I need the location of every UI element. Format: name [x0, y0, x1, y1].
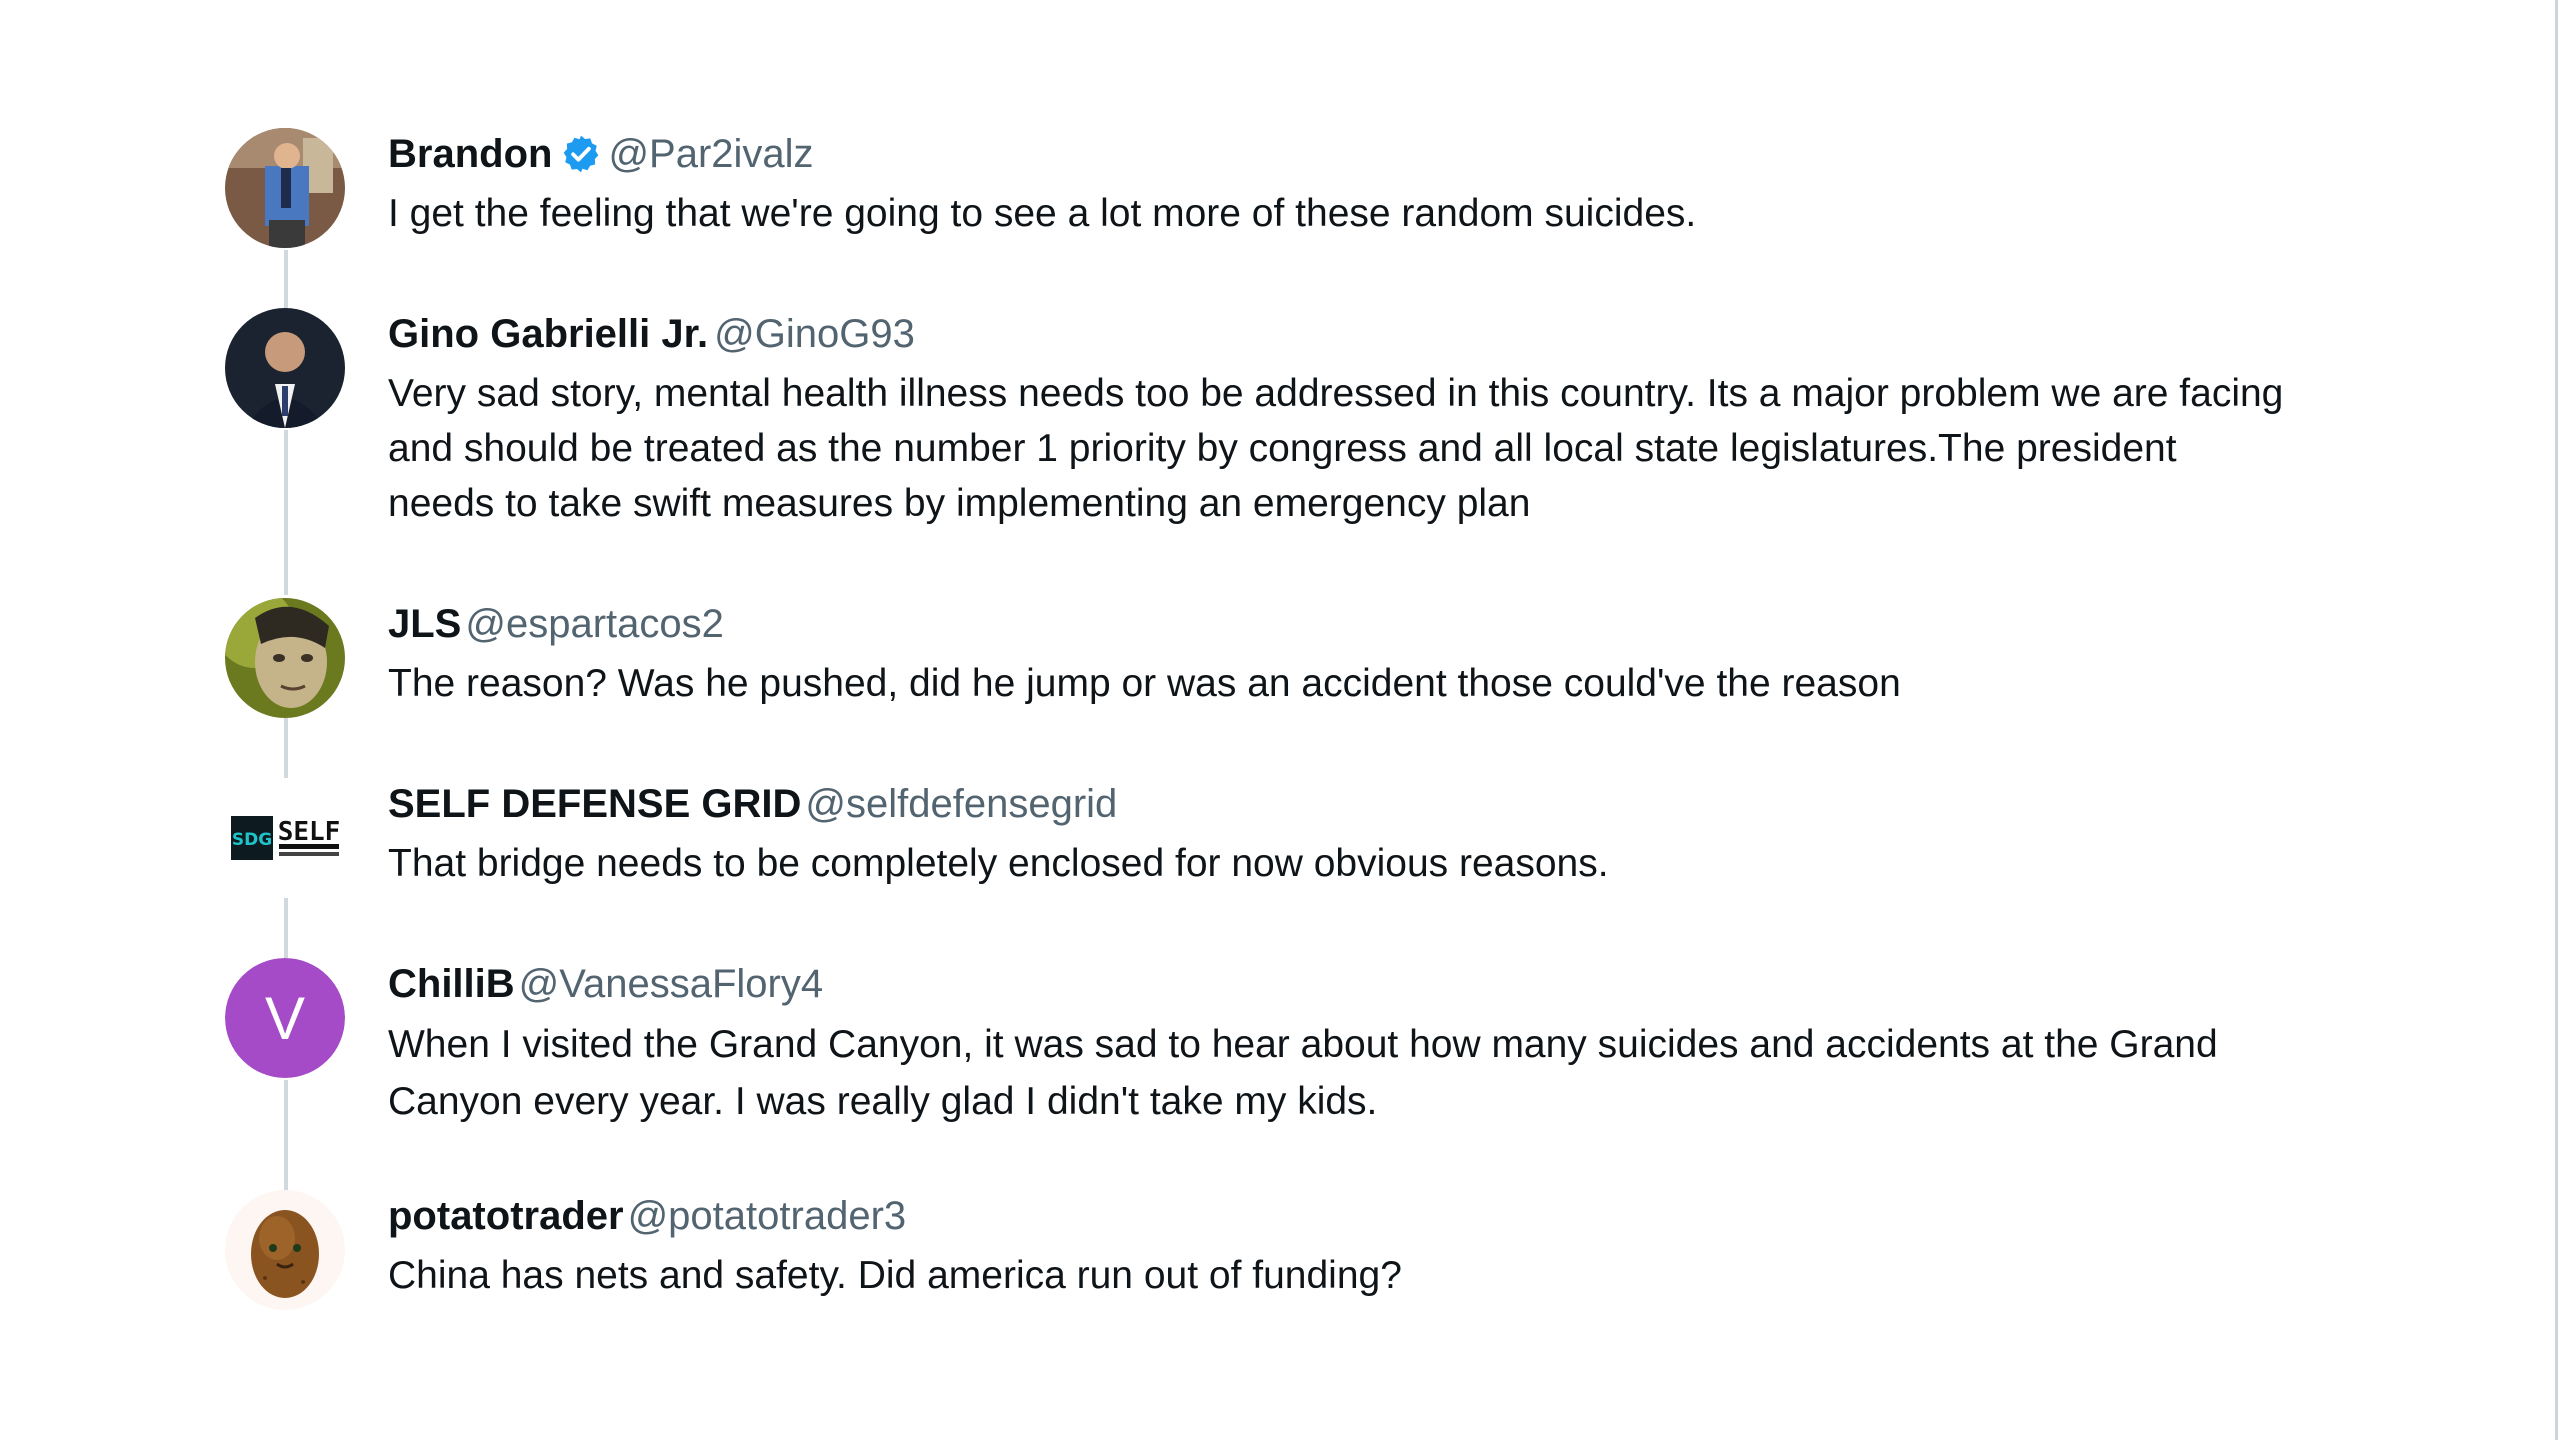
- letter-avatar: V: [225, 958, 345, 1078]
- user-handle[interactable]: @GinoG93: [714, 312, 915, 357]
- display-name[interactable]: Brandon: [388, 132, 552, 177]
- user-handle[interactable]: @Par2ivalz: [608, 132, 813, 177]
- user-handle[interactable]: @potatotrader3: [628, 1194, 907, 1239]
- reply-text: Very sad story, mental health illness ne…: [388, 372, 2284, 525]
- thread-connector: [284, 898, 288, 958]
- verified-badge-icon: [560, 133, 602, 175]
- reply-text: The reason? Was he pushed, did he jump o…: [388, 662, 1901, 705]
- window-edge: [2555, 0, 2558, 1440]
- display-name[interactable]: potatotrader: [388, 1194, 624, 1239]
- user-handle[interactable]: @espartacos2: [465, 602, 724, 647]
- reply-text: China has nets and safety. Did america r…: [388, 1254, 1402, 1297]
- avatar[interactable]: [225, 598, 345, 718]
- user-handle[interactable]: @selfdefensegrid: [805, 782, 1117, 827]
- thread-connector: [284, 430, 288, 595]
- thread-connector: [284, 718, 288, 780]
- avatar[interactable]: [225, 308, 345, 428]
- user-handle[interactable]: @VanessaFlory4: [519, 962, 823, 1007]
- svg-text:SDG: SDG: [232, 830, 272, 850]
- reply-text: That bridge needs to be completely enclo…: [388, 842, 1609, 885]
- avatar[interactable]: SDG SELF: [225, 778, 345, 898]
- avatar[interactable]: [225, 1190, 345, 1310]
- display-name[interactable]: JLS: [388, 602, 461, 647]
- avatar[interactable]: [225, 128, 345, 248]
- reply-text: I get the feeling that we're going to se…: [388, 192, 1697, 235]
- display-name[interactable]: Gino Gabrielli Jr.: [388, 312, 708, 357]
- thread-connector: [284, 1080, 288, 1192]
- reply-text: When I visited the Grand Canyon, it was …: [388, 1023, 2218, 1123]
- svg-text:SELF: SELF: [278, 817, 341, 847]
- display-name[interactable]: SELF DEFENSE GRID: [388, 782, 801, 827]
- display-name[interactable]: ChilliB: [388, 962, 515, 1007]
- avatar[interactable]: V: [225, 958, 345, 1078]
- reply-thread: Brandon @Par2ivalz I get the feeling tha…: [0, 0, 2560, 1440]
- thread-connector: [284, 250, 288, 310]
